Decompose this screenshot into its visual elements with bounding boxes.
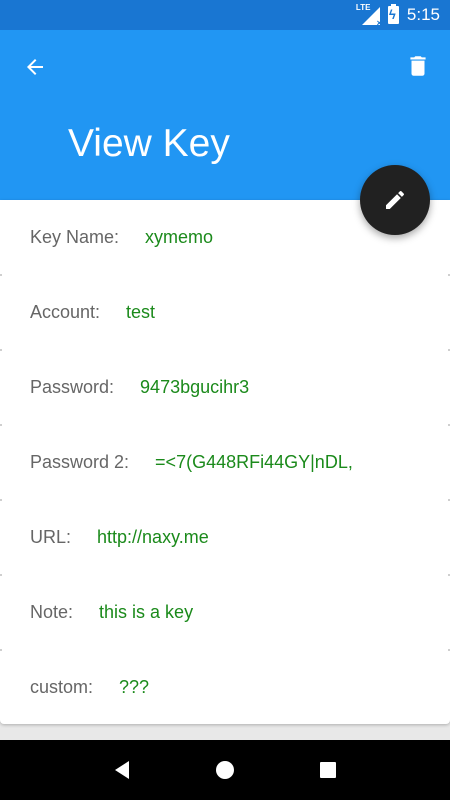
nav-home-icon xyxy=(215,761,234,779)
nav-recents-icon xyxy=(320,762,337,778)
field-value[interactable]: test xyxy=(126,302,155,323)
battery-charging-icon: ϟ xyxy=(387,4,399,24)
key-field-row: Password 2: =<7(G448RFi44GY|nDL, xyxy=(0,425,450,501)
field-label: custom: xyxy=(30,677,94,697)
key-field-row: URL: http://naxy.me xyxy=(0,500,450,576)
edit-button[interactable] xyxy=(360,165,430,235)
trash-icon xyxy=(410,56,426,76)
nav-back-button[interactable] xyxy=(102,750,142,790)
key-details-card: Key Name: xymemo Account: test Password: 9473… xyxy=(0,200,450,724)
network-label: LTE xyxy=(355,3,371,12)
status-bar: LTE × ϟ 5:15 xyxy=(0,0,450,30)
field-label: Key Name: xyxy=(30,227,120,247)
key-field-row: Password: 9473bgucihr3 xyxy=(0,350,450,426)
field-label: URL: xyxy=(30,527,72,547)
field-label: Note: xyxy=(30,602,74,622)
key-field-row: Note: this is a key xyxy=(0,575,450,651)
nav-recents-button[interactable] xyxy=(308,750,348,790)
key-field-row: custom:??? xyxy=(0,650,450,725)
nav-back-icon xyxy=(114,761,129,779)
page-title: View Key xyxy=(68,122,230,165)
nav-home-button[interactable] xyxy=(205,750,245,790)
field-label: Account: xyxy=(30,302,101,322)
field-value[interactable]: =<7(G448RFi44GY|nDL, xyxy=(155,452,353,473)
field-value[interactable]: xymemo xyxy=(145,227,213,248)
lte-signal-icon: LTE × xyxy=(355,3,382,28)
field-value[interactable]: this is a key xyxy=(99,602,193,623)
status-time: 5:15 xyxy=(406,5,440,24)
delete-button[interactable] xyxy=(400,48,436,84)
key-field-row: Account: test xyxy=(0,275,450,351)
back-button[interactable] xyxy=(18,50,52,84)
field-label: Password: xyxy=(30,377,115,397)
field-label: Password 2: xyxy=(30,452,130,472)
pencil-icon xyxy=(386,190,405,209)
field-value[interactable]: ??? xyxy=(119,677,149,698)
arrow-left-icon xyxy=(27,59,43,75)
field-value[interactable]: 9473bgucihr3 xyxy=(140,377,249,398)
field-value[interactable]: http://naxy.me xyxy=(97,527,209,548)
system-nav-bar xyxy=(0,740,450,800)
